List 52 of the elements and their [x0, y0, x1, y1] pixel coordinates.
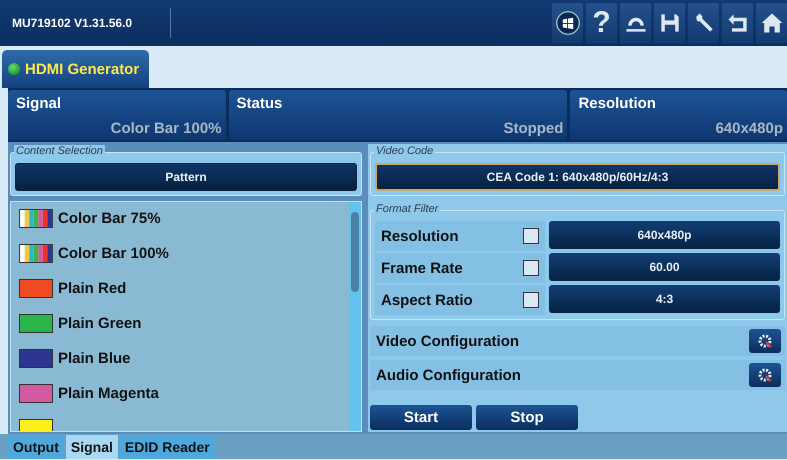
status-led-icon — [8, 63, 20, 75]
filter-checkbox[interactable] — [523, 228, 539, 244]
video-code-dropdown[interactable]: CEA Code 1: 640x480p/60Hz/4:3 — [375, 163, 780, 191]
group-legend: Content Selection — [14, 145, 105, 157]
filter-checkbox[interactable] — [523, 260, 539, 276]
version-label: MU719102 V1.31.56.0 — [0, 8, 171, 38]
summary-value: Stopped — [502, 120, 564, 137]
pattern-label: Color Bar 100% — [58, 245, 169, 262]
summary-label: Signal — [16, 95, 62, 112]
pattern-label: Color Bar 75% — [58, 210, 161, 227]
settings-button[interactable] — [749, 329, 781, 353]
configuration-label: Audio Configuration — [376, 366, 521, 384]
filter-value-button[interactable]: 60.00 — [549, 253, 780, 281]
color-bar-swatch — [19, 244, 53, 263]
action-button[interactable]: Stop — [476, 405, 578, 430]
summary-label: Status — [236, 95, 284, 112]
windows-logo-icon[interactable] — [554, 10, 580, 36]
filter-checkbox[interactable] — [523, 292, 539, 308]
bottom-tab[interactable]: Signal — [66, 435, 118, 459]
settings-button[interactable] — [749, 363, 781, 387]
filter-value-button[interactable]: 4:3 — [549, 285, 780, 313]
scrollbar[interactable] — [349, 202, 361, 431]
pattern-item[interactable]: Plain Blue — [19, 348, 341, 369]
pattern-dropdown[interactable]: Pattern — [15, 163, 357, 191]
group-legend: Format Filter — [374, 203, 440, 215]
group-legend: Video Code — [374, 145, 436, 157]
gear-icon — [757, 367, 773, 383]
filter-value-button[interactable]: 640x480p — [549, 221, 780, 249]
pattern-item[interactable]: Plain Red — [19, 278, 341, 299]
module-tab[interactable]: HDMI Generator — [2, 50, 150, 88]
filter-label: Aspect Ratio — [381, 292, 473, 308]
summary-label: Resolution — [578, 95, 657, 112]
pattern-label: Plain Green — [58, 315, 142, 332]
module-tab-label: HDMI Generator — [25, 60, 140, 78]
pattern-item[interactable]: Plain Magenta — [19, 383, 341, 404]
bottom-tab[interactable]: Output — [8, 435, 64, 459]
configuration-label: Video Configuration — [376, 332, 520, 350]
pattern-label: Plain Blue — [58, 350, 131, 367]
filter-label: Frame Rate — [381, 260, 463, 276]
action-button[interactable]: Start — [370, 405, 472, 430]
gear-icon — [757, 333, 773, 349]
summary-value: 640x480p — [714, 120, 783, 137]
filter-label: Resolution — [381, 228, 458, 244]
pattern-label: Plain Red — [58, 280, 126, 297]
help-button[interactable]: ? — [586, 3, 617, 43]
bottom-tab[interactable]: EDID Reader — [120, 435, 215, 459]
pattern-item[interactable]: Color Bar 75% — [19, 208, 341, 229]
pattern-item[interactable]: Color Bar 100% — [19, 243, 341, 264]
pattern-label: Plain Magenta — [58, 385, 159, 402]
color-bar-swatch — [19, 209, 53, 228]
pattern-item[interactable]: Plain Green — [19, 313, 341, 334]
summary-value: Color Bar 100% — [110, 120, 222, 137]
